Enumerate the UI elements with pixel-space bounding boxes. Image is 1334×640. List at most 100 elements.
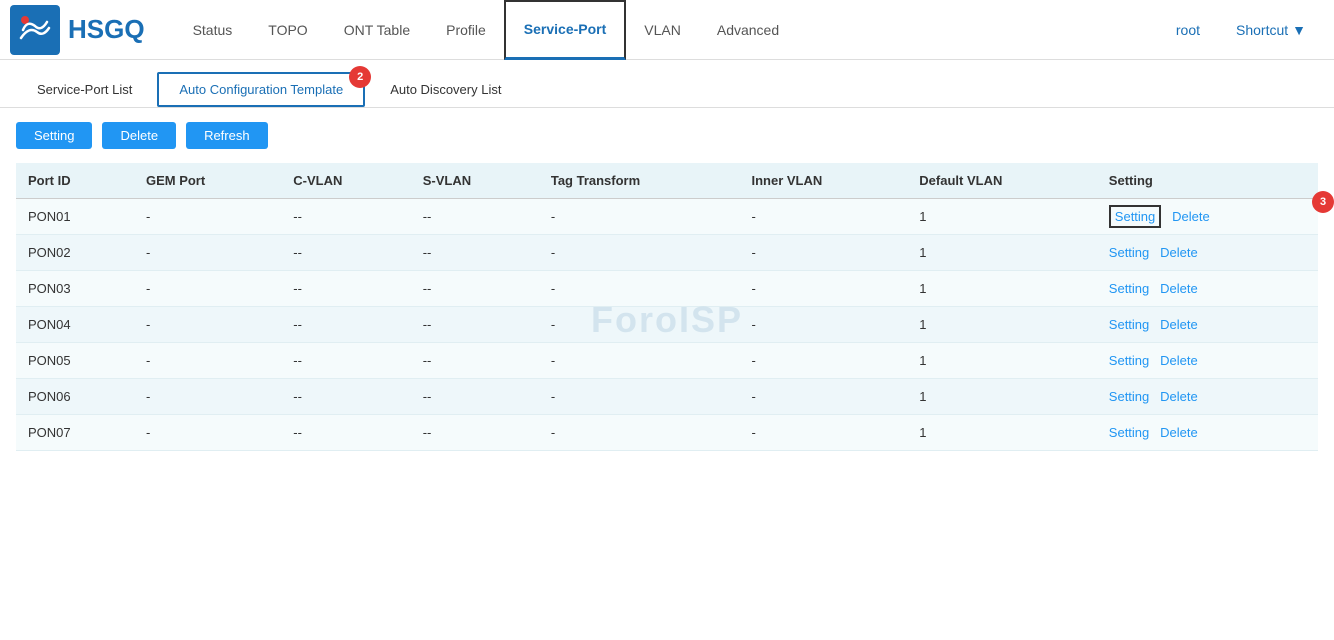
cell-actions: Setting Delete [1097, 343, 1318, 379]
tab-auto-discovery-list[interactable]: Auto Discovery List [369, 73, 522, 106]
cell-s-vlan: -- [411, 343, 539, 379]
cell-default-vlan: 1 [907, 379, 1097, 415]
col-tag-transform: Tag Transform [539, 163, 740, 199]
cell-tag-transform: - [539, 199, 740, 235]
cell-s-vlan: -- [411, 235, 539, 271]
row-setting-link[interactable]: Setting [1109, 317, 1149, 332]
cell-actions: Setting Delete [1097, 379, 1318, 415]
service-port-table: Port ID GEM Port C-VLAN S-VLAN Tag Trans… [16, 163, 1318, 451]
cell-c-vlan: -- [281, 271, 410, 307]
cell-default-vlan: 1 [907, 271, 1097, 307]
row-delete-link[interactable]: Delete [1160, 353, 1198, 368]
cell-c-vlan: -- [281, 307, 410, 343]
nav-advanced[interactable]: Advanced [699, 0, 797, 60]
toolbar: Setting Delete Refresh [0, 108, 1334, 163]
cell-inner-vlan: - [739, 199, 907, 235]
table-row: PON06 - -- -- - - 1 Setting Delete [16, 379, 1318, 415]
cell-gem-port: - [134, 235, 281, 271]
setting-button[interactable]: Setting [16, 122, 92, 149]
cell-port-id: PON03 [16, 271, 134, 307]
header: HSGQ Status TOPO ONT Table Profile Servi… [0, 0, 1334, 60]
col-inner-vlan: Inner VLAN [739, 163, 907, 199]
row-setting-link[interactable]: Setting [1109, 205, 1161, 228]
nav-topo[interactable]: TOPO [250, 0, 325, 60]
nav-ont-table[interactable]: ONT Table [326, 0, 428, 60]
cell-inner-vlan: - [739, 307, 907, 343]
tab-auto-config-template[interactable]: Auto Configuration Template 2 [157, 72, 365, 107]
nav-right: root Shortcut ▼ [1158, 0, 1324, 60]
cell-tag-transform: - [539, 379, 740, 415]
table-container: Port ID GEM Port C-VLAN S-VLAN Tag Trans… [0, 163, 1334, 467]
delete-button[interactable]: Delete [102, 122, 176, 149]
table-row: PON02 - -- -- - - 1 Setting Delete [16, 235, 1318, 271]
cell-inner-vlan: - [739, 415, 907, 451]
cell-default-vlan: 1 [907, 199, 1097, 235]
cell-s-vlan: -- [411, 379, 539, 415]
nav-service-port[interactable]: Service-Port [504, 0, 626, 60]
row-setting-link[interactable]: Setting [1109, 389, 1149, 404]
cell-port-id: PON05 [16, 343, 134, 379]
row-setting-link[interactable]: Setting [1109, 245, 1149, 260]
table-row: PON03 - -- -- - - 1 Setting Delete [16, 271, 1318, 307]
table-row: PON07 - -- -- - - 1 Setting Delete [16, 415, 1318, 451]
table-row: PON01 - -- -- - - 1 Setting 3 Delete [16, 199, 1318, 235]
cell-inner-vlan: - [739, 235, 907, 271]
refresh-button[interactable]: Refresh [186, 122, 268, 149]
row-delete-link[interactable]: Delete [1160, 389, 1198, 404]
main-nav: Status TOPO ONT Table Profile Service-Po… [175, 0, 1324, 60]
row-delete-link[interactable]: Delete [1160, 281, 1198, 296]
nav-shortcut[interactable]: Shortcut ▼ [1218, 0, 1324, 60]
row-setting-link[interactable]: Setting [1109, 281, 1149, 296]
col-setting: Setting [1097, 163, 1318, 199]
cell-gem-port: - [134, 415, 281, 451]
cell-inner-vlan: - [739, 343, 907, 379]
cell-c-vlan: -- [281, 415, 410, 451]
cell-s-vlan: -- [411, 199, 539, 235]
nav-root[interactable]: root [1158, 0, 1218, 60]
cell-actions: Setting Delete [1097, 307, 1318, 343]
cell-port-id: PON06 [16, 379, 134, 415]
cell-gem-port: - [134, 271, 281, 307]
cell-tag-transform: - [539, 415, 740, 451]
logo-area: HSGQ [10, 5, 145, 55]
row-setting-link[interactable]: Setting [1109, 425, 1149, 440]
row-delete-link[interactable]: Delete [1172, 209, 1210, 224]
cell-c-vlan: -- [281, 379, 410, 415]
row-delete-link[interactable]: Delete [1160, 425, 1198, 440]
nav-vlan[interactable]: VLAN [626, 0, 699, 60]
cell-inner-vlan: - [739, 379, 907, 415]
tabs-bar: Service-Port List Auto Configuration Tem… [0, 60, 1334, 108]
cell-c-vlan: -- [281, 343, 410, 379]
cell-s-vlan: -- [411, 415, 539, 451]
cell-gem-port: - [134, 307, 281, 343]
cell-actions: Setting 3 Delete [1097, 199, 1318, 235]
cell-tag-transform: - [539, 271, 740, 307]
cell-port-id: PON01 [16, 199, 134, 235]
cell-port-id: PON07 [16, 415, 134, 451]
row-delete-link[interactable]: Delete [1160, 317, 1198, 332]
cell-c-vlan: -- [281, 199, 410, 235]
nav-status[interactable]: Status [175, 0, 251, 60]
tab-service-port-list[interactable]: Service-Port List [16, 73, 153, 106]
nav-profile[interactable]: Profile [428, 0, 504, 60]
cell-default-vlan: 1 [907, 343, 1097, 379]
setting-badge: 3 [1312, 191, 1334, 213]
cell-port-id: PON04 [16, 307, 134, 343]
table-header-row: Port ID GEM Port C-VLAN S-VLAN Tag Trans… [16, 163, 1318, 199]
logo-icon [10, 5, 60, 55]
cell-s-vlan: -- [411, 271, 539, 307]
cell-c-vlan: -- [281, 235, 410, 271]
row-setting-link[interactable]: Setting [1109, 353, 1149, 368]
col-port-id: Port ID [16, 163, 134, 199]
cell-tag-transform: - [539, 307, 740, 343]
row-delete-link[interactable]: Delete [1160, 245, 1198, 260]
tab-badge-2: 2 [349, 66, 371, 88]
cell-s-vlan: -- [411, 307, 539, 343]
cell-default-vlan: 1 [907, 415, 1097, 451]
table-body: PON01 - -- -- - - 1 Setting 3 Delete PON… [16, 199, 1318, 451]
cell-port-id: PON02 [16, 235, 134, 271]
table-row: PON05 - -- -- - - 1 Setting Delete [16, 343, 1318, 379]
col-default-vlan: Default VLAN [907, 163, 1097, 199]
cell-gem-port: - [134, 379, 281, 415]
cell-default-vlan: 1 [907, 235, 1097, 271]
